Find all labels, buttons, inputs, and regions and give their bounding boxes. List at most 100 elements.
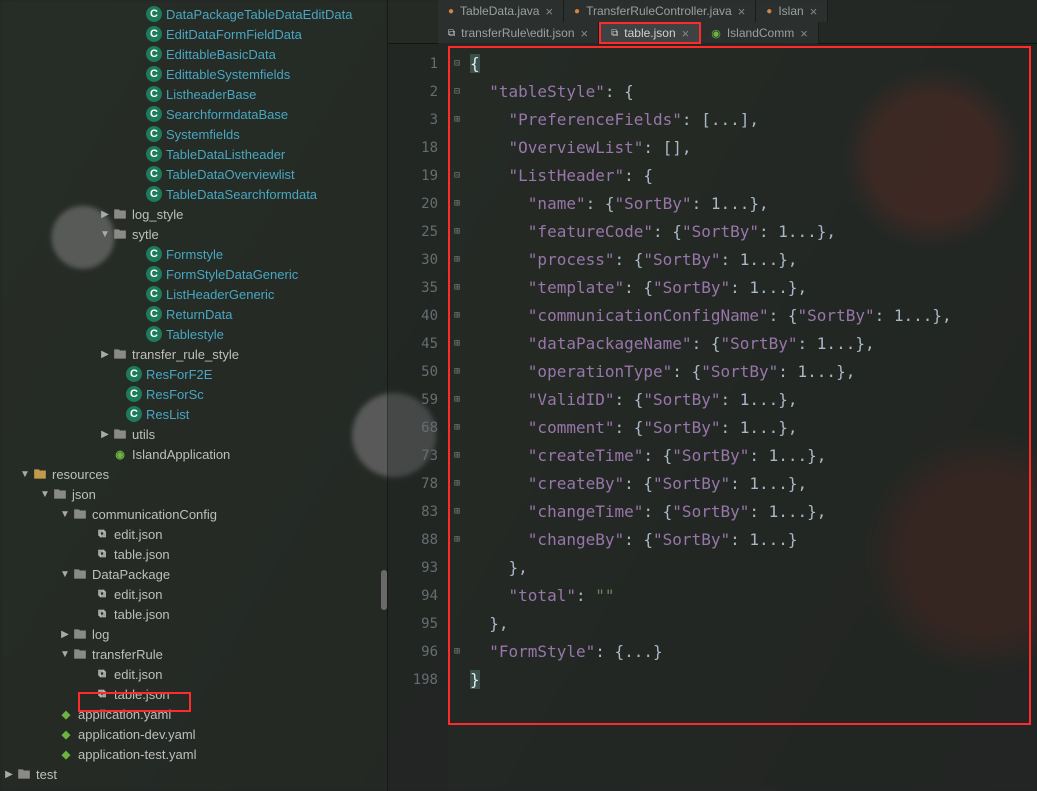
tree-item-island-application[interactable]: ◉ IslandApplication [0,444,387,464]
tree-class-item[interactable]: TableDataSearchformdata [0,184,387,204]
tree-folder-test[interactable]: ▶ test [0,764,387,784]
tree-label: EdittableSystemfields [166,67,290,82]
tree-folder-communication-config[interactable]: ▼ communicationConfig [0,504,387,524]
class-icon [146,26,162,42]
tree-label: TableDataSearchformdata [166,187,317,202]
tree-class-item[interactable]: Tablestyle [0,324,387,344]
tree-class-item[interactable]: EdittableSystemfields [0,64,387,84]
tree-json-file[interactable]: ⧉ table.json [0,684,387,704]
tree-folder-json[interactable]: ▼ json [0,484,387,504]
tree-yaml-file[interactable]: ◆ application-dev.yaml [0,724,387,744]
json-file-icon: ⧉ [94,666,110,682]
tree-class-item[interactable]: ResForF2E [0,364,387,384]
tab-label: TableData.java [460,4,539,18]
tab-label: TransferRuleController.java [586,4,732,18]
folder-icon [72,626,88,642]
tab-label: Islan [778,4,803,18]
tree-class-item[interactable]: FormStyleDataGeneric [0,264,387,284]
tab-label: IslandComm [727,26,794,40]
tree-label: ReturnData [166,307,232,322]
close-icon[interactable]: × [810,4,818,19]
tree-yaml-file[interactable]: ◆ application.yaml [0,704,387,724]
close-icon[interactable]: × [581,26,589,41]
chevron-right-icon: ▶ [58,629,72,640]
tree-label: application-dev.yaml [78,727,196,742]
tree-class-item[interactable]: TableDataOverviewlist [0,164,387,184]
tree-folder-data-package[interactable]: ▼ DataPackage [0,564,387,584]
tree-yaml-file[interactable]: ◆ application-test.yaml [0,744,387,764]
folder-icon [72,566,88,582]
tree-class-item[interactable]: Systemfields [0,124,387,144]
tree-class-item[interactable]: Formstyle [0,244,387,264]
class-icon [146,66,162,82]
tree-label: ResForSc [146,387,204,402]
tree-folder-transfer-rule[interactable]: ▼ transferRule [0,644,387,664]
tree-label: resources [52,467,109,482]
tree-label: IslandApplication [132,447,230,462]
tree-label: TableDataOverviewlist [166,167,295,182]
editor-tab[interactable]: ⧉transferRule\edit.json × [438,22,599,44]
chevron-down-icon: ▼ [98,229,112,240]
tree-label: application.yaml [78,707,171,722]
tree-label: ResForF2E [146,367,212,382]
tree-label: EdittableBasicData [166,47,276,62]
fold-column[interactable]: ⊟⊟⊞⊟⊞⊞⊞⊞⊞⊞⊞⊞⊞⊞⊞⊞⊞⊞ [448,44,466,791]
class-icon [146,246,162,262]
tree-class-item[interactable]: SearchformdataBase [0,104,387,124]
tree-folder-utils[interactable]: ▶ utils [0,424,387,444]
tree-label: DataPackage [92,567,170,582]
editor-tab[interactable]: ● Islan × [756,0,828,22]
close-icon[interactable]: × [545,4,553,19]
tree-label: sytle [132,227,159,242]
spring-icon: ◉ [711,27,721,40]
close-icon[interactable]: × [682,26,690,41]
tree-label: edit.json [114,667,162,682]
json-file-icon: ⧉ [448,28,455,39]
tree-class-item[interactable]: EditDataFormFieldData [0,24,387,44]
tree-class-item[interactable]: ListHeaderGeneric [0,284,387,304]
tree-class-item[interactable]: DataPackageTableDataEditData [0,4,387,24]
tree-label: ResList [146,407,189,422]
editor-tab[interactable]: ●TableData.java × [438,0,564,22]
close-icon[interactable]: × [738,4,746,19]
yaml-file-icon: ◆ [58,706,74,722]
tree-json-file[interactable]: ⧉ table.json [0,544,387,564]
folder-icon [72,646,88,662]
tree-class-item[interactable]: EdittableBasicData [0,44,387,64]
tree-class-item[interactable]: ResList [0,404,387,424]
folder-icon [112,426,128,442]
tree-label: table.json [114,687,170,702]
tree-label: Formstyle [166,247,223,262]
project-tree[interactable]: DataPackageTableDataEditData EditDataFor… [0,0,388,791]
class-icon [146,306,162,322]
tree-json-file[interactable]: ⧉ edit.json [0,584,387,604]
tree-label: edit.json [114,527,162,542]
class-icon [126,386,142,402]
tree-folder-resources[interactable]: ▼ resources [0,464,387,484]
tree-folder-transfer-rule-style[interactable]: ▶ transfer_rule_style [0,344,387,364]
tree-json-file[interactable]: ⧉ edit.json [0,664,387,684]
editor-tab[interactable]: ●TransferRuleController.java × [564,0,756,22]
json-file-icon: ⧉ [94,526,110,542]
tree-class-item[interactable]: ListheaderBase [0,84,387,104]
java-file-icon: ● [766,6,772,17]
editor-tab[interactable]: ⧉table.json × [599,22,701,44]
tree-folder-sytle[interactable]: ▼ sytle [0,224,387,244]
tree-class-item[interactable]: TableDataListheader [0,144,387,164]
tree-label: transfer_rule_style [132,347,239,362]
tree-json-file[interactable]: ⧉ table.json [0,604,387,624]
editor-tab[interactable]: ◉ IslandComm × [701,22,819,44]
close-icon[interactable]: × [800,26,808,41]
folder-icon [52,486,68,502]
code-content[interactable]: { "tableStyle": { "PreferenceFields": [.… [466,44,1037,791]
chevron-down-icon: ▼ [58,569,72,580]
tree-folder-log-style[interactable]: ▶ log_style [0,204,387,224]
scrollbar-thumb[interactable] [381,570,387,610]
tree-folder-log[interactable]: ▶ log [0,624,387,644]
class-icon [146,6,162,22]
code-editor[interactable]: 1231819202530354045505968737883889394959… [388,44,1037,791]
chevron-right-icon: ▶ [98,209,112,220]
tree-json-file[interactable]: ⧉ edit.json [0,524,387,544]
tree-class-item[interactable]: ReturnData [0,304,387,324]
tree-class-item[interactable]: ResForSc [0,384,387,404]
